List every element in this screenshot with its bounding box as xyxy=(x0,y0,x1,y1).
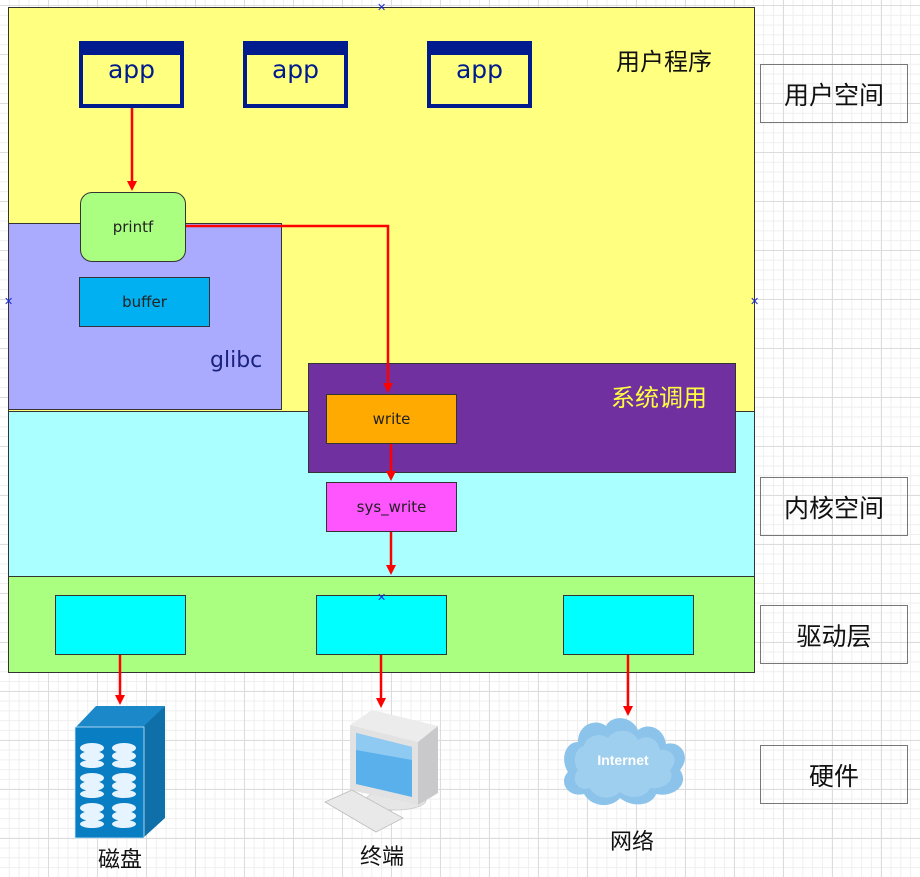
arrow-printf-to-write xyxy=(186,224,393,393)
selection-handle-bottom[interactable]: ✕ xyxy=(377,592,386,603)
selection-handle-top[interactable]: ✕ xyxy=(377,2,386,13)
internet-cloud-text: Internet xyxy=(597,752,649,768)
connectors-layer: Internet xyxy=(74,108,685,839)
hardware-label-terminal: 终端 xyxy=(359,845,404,870)
internet-cloud-icon: Internet xyxy=(563,718,685,806)
disk-storage-icon xyxy=(74,706,165,839)
selection-handle-right[interactable]: ✕ xyxy=(750,296,759,307)
hardware-label-disk: 磁盘 xyxy=(97,848,142,873)
computer-terminal-icon xyxy=(324,710,438,833)
hardware-label-network: 网络 xyxy=(609,830,654,855)
selection-handle-left[interactable]: ✕ xyxy=(4,296,13,307)
